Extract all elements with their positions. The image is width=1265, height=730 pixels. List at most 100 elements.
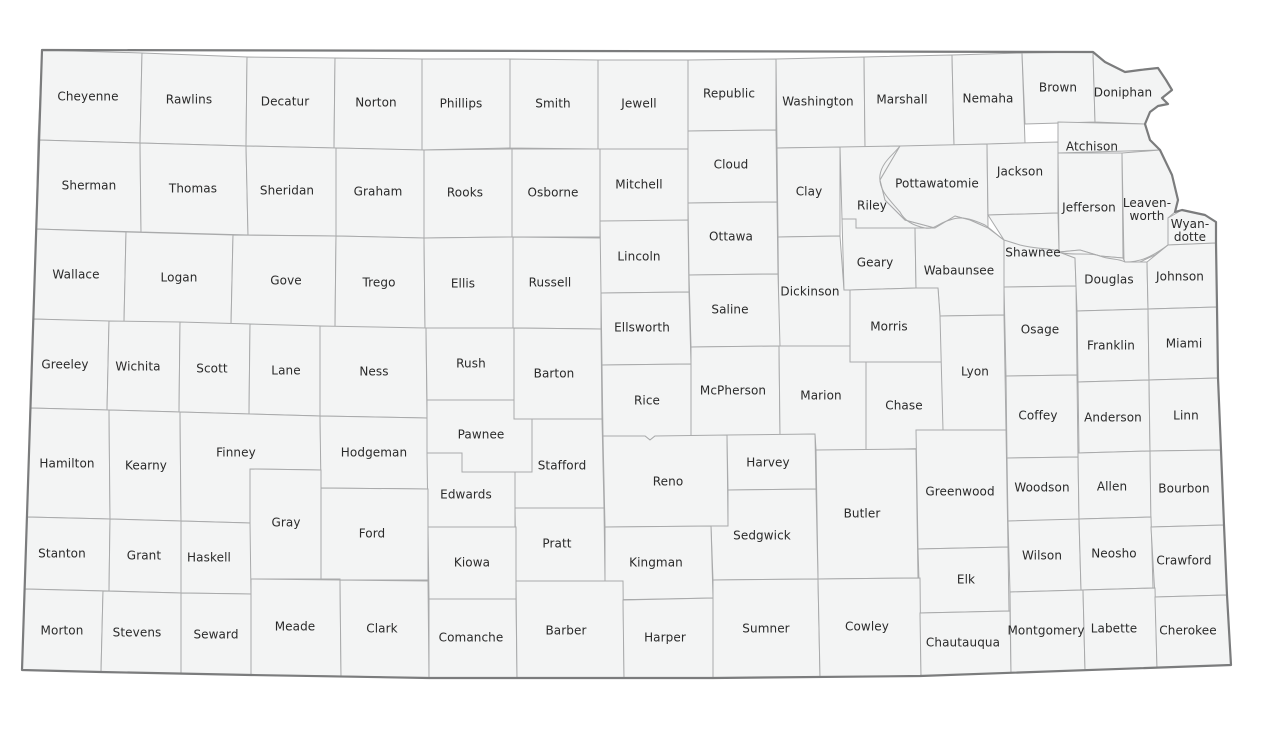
county-label-greenwood: Greenwood: [925, 485, 994, 499]
county-label-wyandotte: Wyan-dotte: [1171, 217, 1210, 244]
county-label-sherman: Sherman: [62, 179, 117, 193]
county-label-cowley: Cowley: [845, 620, 889, 634]
county-label-douglas: Douglas: [1084, 273, 1133, 287]
county-label-marshall: Marshall: [876, 93, 927, 107]
county-label-franklin: Franklin: [1087, 339, 1135, 353]
county-label-finney: Finney: [216, 446, 256, 460]
county-label-linn: Linn: [1173, 409, 1199, 423]
county-label-stanton: Stanton: [38, 547, 86, 561]
county-label-leavenworth: Leaven-worth: [1123, 196, 1171, 223]
county-label-jefferson: Jefferson: [1061, 201, 1116, 215]
county-label-chase: Chase: [885, 399, 922, 413]
county-label-harper: Harper: [644, 631, 686, 645]
county-label-comanche: Comanche: [439, 631, 504, 645]
county-label-edwards: Edwards: [440, 488, 492, 502]
county-label-kingman: Kingman: [629, 556, 683, 570]
county-label-sheridan: Sheridan: [260, 184, 314, 198]
county-label-ellsworth: Ellsworth: [614, 321, 670, 335]
county-label-kearny: Kearny: [125, 459, 167, 473]
county-label-seward: Seward: [193, 628, 238, 642]
county-label-geary: Geary: [857, 256, 894, 270]
county-label-clark: Clark: [366, 622, 397, 636]
county-label-nemaha: Nemaha: [963, 92, 1014, 106]
county-label-reno: Reno: [653, 475, 684, 489]
county-label-rooks: Rooks: [447, 186, 483, 200]
county-label-riley: Riley: [857, 199, 887, 213]
county-label-morris: Morris: [870, 320, 908, 334]
county-label-wabaunsee: Wabaunsee: [924, 264, 995, 278]
county-label-montgomery: Montgomery: [1007, 624, 1084, 638]
county-label-phillips: Phillips: [440, 97, 483, 111]
county-label-smith: Smith: [535, 97, 570, 111]
county-label-coffey: Coffey: [1018, 409, 1057, 423]
county-label-mitchell: Mitchell: [615, 178, 662, 192]
county-label-cloud: Cloud: [714, 158, 749, 172]
county-label-kiowa: Kiowa: [454, 556, 490, 570]
county-label-russell: Russell: [529, 276, 572, 290]
county-label-thomas: Thomas: [168, 182, 217, 196]
county-label-anderson: Anderson: [1084, 411, 1142, 425]
county-label-wilson: Wilson: [1022, 549, 1062, 563]
county-label-greeley: Greeley: [41, 358, 88, 372]
county-label-clay: Clay: [796, 185, 823, 199]
county-label-rush: Rush: [456, 357, 486, 371]
county-label-shawnee: Shawnee: [1005, 246, 1060, 260]
county-label-stevens: Stevens: [113, 626, 162, 640]
county-label-lyon: Lyon: [961, 365, 989, 379]
county-label-elk: Elk: [957, 573, 975, 587]
county-label-gray: Gray: [271, 516, 300, 530]
county-label-osborne: Osborne: [527, 186, 578, 200]
county-label-hodgeman: Hodgeman: [341, 446, 407, 460]
county-label-butler: Butler: [844, 507, 881, 521]
county-label-labette: Labette: [1091, 622, 1138, 636]
county-label-lincoln: Lincoln: [617, 250, 660, 264]
county-label-grant: Grant: [127, 549, 162, 563]
county-label-line: worth: [1130, 209, 1165, 223]
county-label-graham: Graham: [354, 185, 403, 199]
county-jackson[interactable]: [986, 141, 1059, 216]
county-label-barber: Barber: [545, 624, 586, 638]
county-label-scott: Scott: [196, 362, 228, 376]
county-label-trego: Trego: [361, 276, 395, 290]
county-label-wallace: Wallace: [52, 268, 99, 282]
county-label-pratt: Pratt: [542, 537, 571, 551]
county-label-barton: Barton: [534, 367, 575, 381]
county-label-mcpherson: McPherson: [700, 384, 766, 398]
county-label-lane: Lane: [271, 364, 300, 378]
county-label-republic: Republic: [703, 87, 755, 101]
county-label-ellis: Ellis: [451, 277, 475, 291]
county-label-ness: Ness: [359, 365, 388, 379]
county-label-rawlins: Rawlins: [166, 93, 212, 107]
county-label-chautauqua: Chautauqua: [926, 636, 1000, 650]
county-label-atchison: Atchison: [1066, 140, 1118, 154]
county-label-dickinson: Dickinson: [780, 285, 839, 299]
county-label-johnson: Johnson: [1155, 270, 1204, 284]
county-label-saline: Saline: [711, 303, 748, 317]
county-label-crawford: Crawford: [1156, 554, 1211, 568]
county-label-ford: Ford: [359, 527, 386, 541]
county-label-jewell: Jewell: [620, 97, 656, 111]
county-label-stafford: Stafford: [538, 459, 587, 473]
county-label-pottawatomie: Pottawatomie: [895, 177, 979, 191]
county-label-line: Wyan-: [1171, 217, 1210, 231]
county-geary[interactable]: [841, 218, 917, 291]
county-label-cherokee: Cherokee: [1159, 624, 1216, 638]
county-label-ottawa: Ottawa: [709, 230, 753, 244]
county-label-marion: Marion: [800, 389, 842, 403]
county-label-decatur: Decatur: [261, 95, 310, 109]
county-label-bourbon: Bourbon: [1158, 482, 1209, 496]
county-label-wichita: Wichita: [115, 360, 160, 374]
county-label-allen: Allen: [1097, 480, 1127, 494]
county-label-haskell: Haskell: [187, 551, 231, 565]
county-label-line: Leaven-: [1123, 196, 1171, 210]
county-label-cheyenne: Cheyenne: [57, 90, 118, 104]
county-label-hamilton: Hamilton: [39, 457, 94, 471]
county-label-pawnee: Pawnee: [458, 428, 505, 442]
county-label-brown: Brown: [1039, 81, 1077, 95]
county-label-logan: Logan: [161, 271, 198, 285]
county-label-gove: Gove: [270, 274, 302, 288]
county-label-norton: Norton: [355, 96, 397, 110]
county-label-line: dotte: [1174, 230, 1206, 244]
county-label-harvey: Harvey: [746, 456, 790, 470]
county-label-washington: Washington: [782, 95, 854, 109]
